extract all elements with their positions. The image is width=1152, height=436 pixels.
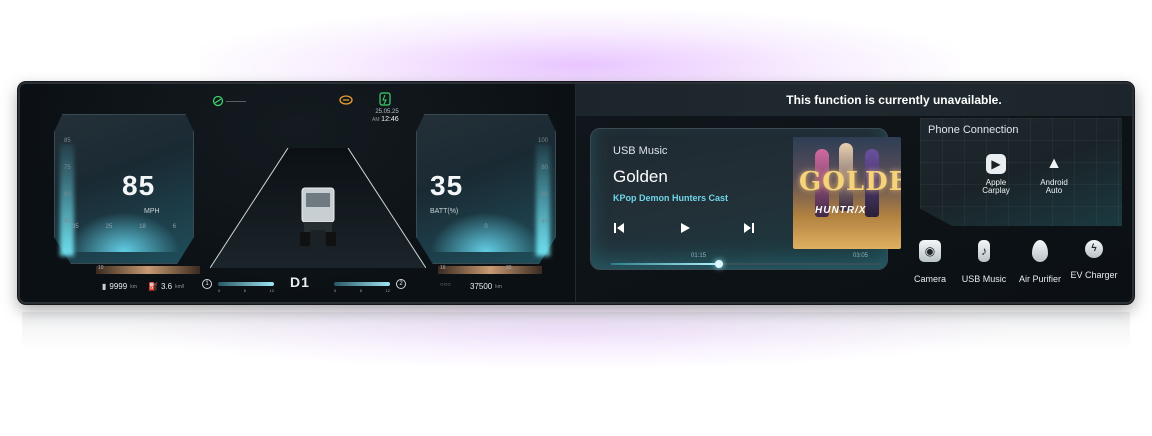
screen-reflection bbox=[22, 312, 1130, 402]
clock-text: 12:46 bbox=[381, 116, 399, 123]
gauge-1-track bbox=[218, 282, 274, 286]
ev-charger-button[interactable]: ϟ EV Charger bbox=[1066, 240, 1122, 280]
right-range-min: 16 bbox=[440, 265, 446, 271]
phone-connection-title: Phone Connection bbox=[928, 124, 1019, 136]
speed-unit: MPH bbox=[144, 208, 160, 215]
fuel-icon: ▮ bbox=[102, 282, 107, 291]
odometer-left-unit: km bbox=[130, 283, 137, 290]
carplay-icon: ▶ bbox=[986, 154, 1006, 174]
android-auto-icon: ▲ bbox=[1046, 155, 1062, 172]
odometer-right-unit: km bbox=[495, 283, 502, 290]
total-time: 03:05 bbox=[853, 253, 869, 259]
odometer-left: ▮ 9999 km bbox=[102, 282, 137, 291]
android-auto-label-2: Auto bbox=[1045, 186, 1063, 195]
camera-label: Camera bbox=[913, 274, 946, 284]
right-range-bar bbox=[438, 266, 542, 274]
track-title: Golden bbox=[613, 167, 668, 186]
odometer-right: 37500 km bbox=[470, 282, 502, 291]
date-time: 25.05.25 AM 12:46 bbox=[372, 108, 399, 124]
battery-unit: BATT(%) bbox=[430, 208, 459, 215]
carplay-label-2: Carplay bbox=[982, 186, 1010, 195]
speed-gauge: 85 75 60 45 85 MPH 35 25 18 6 bbox=[54, 114, 194, 264]
left-range-bar bbox=[96, 266, 200, 274]
banner-message: This function is currently unavailable. bbox=[786, 93, 1002, 107]
battery-ticks: 100 80 60 40 bbox=[537, 138, 548, 225]
elapsed-time: 01:15 bbox=[691, 253, 707, 259]
album-art: GOLDEN HUNTR/X bbox=[793, 137, 901, 249]
efficiency-unit: km/l bbox=[175, 283, 185, 290]
play-icon[interactable] bbox=[677, 221, 693, 237]
air-purifier-label: Air Purifier bbox=[1018, 274, 1061, 284]
instrument-cluster: 25.05.25 AM 12:46 85 75 60 45 85 MPH 35 … bbox=[20, 84, 576, 302]
album-word: GOLDEN bbox=[799, 167, 901, 197]
gear-indicator: D1 bbox=[290, 274, 310, 290]
battery-gauge: 100 80 60 40 35 BATT(%) 0 bbox=[416, 114, 556, 264]
gauge-2-label: 2 bbox=[396, 279, 406, 289]
gauge-2-ticks: 0 6 12 bbox=[334, 288, 390, 293]
ev-charger-icon: ϟ bbox=[1085, 240, 1103, 258]
air-purifier-button[interactable]: Air Purifier bbox=[1012, 240, 1068, 284]
truck-icon bbox=[300, 187, 336, 250]
efficiency-icon: ⛽ bbox=[148, 282, 158, 291]
dashboard-screen: 25.05.25 AM 12:46 85 75 60 45 85 MPH 35 … bbox=[18, 82, 1134, 304]
progress-slider[interactable] bbox=[611, 260, 881, 268]
android-auto-button[interactable]: ▲ Android Auto bbox=[1024, 154, 1084, 195]
gauge-2-track bbox=[334, 282, 390, 286]
previous-icon[interactable] bbox=[611, 221, 627, 237]
album-logo: HUNTR/X bbox=[815, 205, 867, 216]
ampm-text: AM bbox=[372, 117, 380, 123]
droplet-icon bbox=[1032, 240, 1048, 262]
music-source: USB Music bbox=[613, 145, 668, 157]
date-text: 25.05.25 bbox=[375, 109, 399, 115]
warning-icon bbox=[338, 94, 354, 108]
range-icons: ○○○ bbox=[440, 282, 451, 288]
gauge-1-ticks: 0 6 12 bbox=[218, 288, 274, 293]
next-icon[interactable] bbox=[741, 221, 757, 237]
apple-carplay-button[interactable]: ▶ Apple Carplay bbox=[966, 154, 1026, 195]
track-artist: KPop Demon Hunters Cast bbox=[613, 193, 729, 203]
music-card[interactable]: USB Music Golden KPop Demon Hunters Cast… bbox=[590, 128, 901, 270]
road-view bbox=[210, 148, 426, 268]
efficiency-value: 3.6 bbox=[160, 282, 173, 291]
usb-music-button[interactable]: ♪ USB Music bbox=[956, 240, 1012, 284]
progress-fill bbox=[611, 263, 719, 265]
camera-icon: ◉ bbox=[919, 240, 941, 262]
driver-assist-icon bbox=[212, 94, 252, 110]
odometer-right-value: 37500 bbox=[470, 282, 493, 291]
speed-scale: 35 25 18 6 bbox=[72, 224, 176, 230]
ev-charger-label: EV Charger bbox=[1070, 270, 1118, 280]
battery-value: 35 bbox=[430, 170, 464, 201]
usb-music-label: USB Music bbox=[961, 274, 1007, 284]
charge-status-icon bbox=[378, 92, 392, 108]
camera-button[interactable]: ◉ Camera bbox=[902, 240, 958, 284]
unavailable-banner: This function is currently unavailable. bbox=[576, 84, 1132, 116]
odometer-left-value: 9999 bbox=[109, 282, 128, 291]
right-range-max: 32 bbox=[506, 265, 512, 271]
usb-icon: ♪ bbox=[978, 240, 990, 262]
speed-value: 85 bbox=[122, 170, 156, 201]
efficiency-readout: ⛽ 3.6 km/l bbox=[148, 282, 184, 291]
phone-connection-card: Phone Connection ▶ Apple Carplay ▲ Andro… bbox=[920, 118, 1122, 226]
progress-knob[interactable] bbox=[715, 260, 723, 268]
dots-icon: ○○○ bbox=[440, 282, 451, 288]
gauge-1-label: 1 bbox=[202, 279, 212, 289]
speed-ticks: 85 75 60 45 bbox=[64, 138, 71, 225]
battery-scale: 0 bbox=[484, 224, 488, 230]
infotainment-panel: This function is currently unavailable. … bbox=[576, 84, 1132, 302]
left-range-min: 10 bbox=[98, 265, 104, 271]
